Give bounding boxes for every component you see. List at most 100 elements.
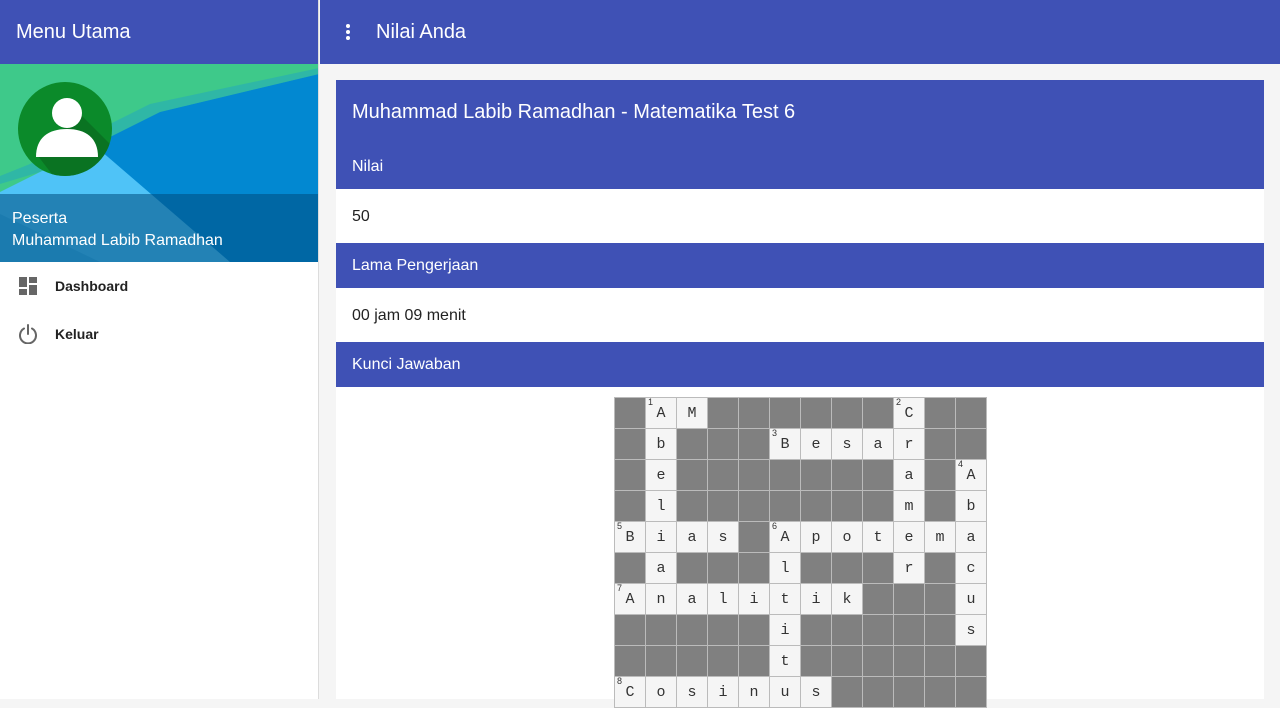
crossword-block	[800, 459, 832, 491]
crossword-cell: l	[769, 552, 801, 584]
crossword-letter: t	[780, 652, 790, 670]
crossword-row: is	[614, 614, 987, 646]
crossword-cell: 3B	[769, 428, 801, 460]
crossword-block	[862, 583, 894, 615]
crossword-letter: k	[842, 590, 852, 608]
crossword-letter: o	[842, 528, 852, 546]
crossword-letter: c	[966, 559, 976, 577]
result-card: Muhammad Labib Ramadhan - Matematika Tes…	[336, 80, 1264, 708]
crossword-row: 1A M 2C	[614, 397, 987, 429]
crossword-block	[800, 614, 832, 646]
crossword-letter: A	[966, 466, 976, 484]
crossword-letter: s	[966, 621, 976, 639]
crossword-cell: i	[800, 583, 832, 615]
crossword-block	[862, 552, 894, 584]
crossword-cell: 5B	[614, 521, 646, 553]
crossword-block	[738, 397, 770, 429]
crossword-letter: e	[904, 528, 914, 546]
sidebar-item-dashboard[interactable]: Dashboard	[0, 262, 318, 310]
crossword-block	[862, 614, 894, 646]
crossword-row: 7Analitiku	[614, 583, 987, 615]
crossword-block	[738, 490, 770, 522]
user-icon	[36, 98, 112, 176]
crossword-number: 8	[617, 676, 623, 686]
crossword-letter: m	[935, 528, 945, 546]
crossword-letter: p	[811, 528, 821, 546]
crossword-cell: n	[738, 676, 770, 708]
crossword-cell: M	[676, 397, 708, 429]
crossword-letter: u	[966, 590, 976, 608]
profile-info: Peserta Muhammad Labib Ramadhan	[0, 194, 318, 262]
result-title: Muhammad Labib Ramadhan - Matematika Tes…	[336, 80, 1264, 144]
crossword-cell: e	[645, 459, 677, 491]
crossword-number: 7	[617, 583, 623, 593]
crossword-letter: B	[625, 528, 635, 546]
crossword-letter: e	[811, 435, 821, 453]
power-icon	[18, 324, 38, 344]
crossword-block	[614, 428, 646, 460]
crossword-block	[924, 397, 956, 429]
crossword-block	[893, 583, 925, 615]
crossword-number: 2	[896, 397, 902, 407]
crossword-cell: 4A	[955, 459, 987, 491]
crossword-block	[800, 645, 832, 677]
crossword-number: 3	[772, 428, 778, 438]
crossword-letter: t	[873, 528, 883, 546]
crossword-cell: m	[924, 521, 956, 553]
crossword-letter: l	[718, 590, 728, 608]
crossword-cell: 6A	[769, 521, 801, 553]
crossword-block	[614, 552, 646, 584]
crossword-letter: n	[749, 683, 759, 701]
crossword-letter: e	[656, 466, 666, 484]
crossword-letter: a	[687, 528, 697, 546]
profile-name: Muhammad Labib Ramadhan	[12, 232, 223, 249]
crossword-block	[707, 490, 739, 522]
crossword-block	[676, 614, 708, 646]
crossword-block	[893, 645, 925, 677]
crossword-block	[800, 397, 832, 429]
crossword-cell: t	[862, 521, 894, 553]
crossword-block	[862, 459, 894, 491]
crossword-letter: i	[780, 621, 790, 639]
lama-header: Lama Pengerjaan	[336, 243, 1264, 288]
crossword-row: 8Cosinus	[614, 676, 987, 708]
lama-value: 00 jam 09 menit	[352, 307, 466, 324]
crossword-cell: 8C	[614, 676, 646, 708]
crossword-cell: a	[955, 521, 987, 553]
crossword-cell: s	[955, 614, 987, 646]
crossword-letter: l	[780, 559, 790, 577]
crossword-letter: r	[904, 435, 914, 453]
crossword-cell: t	[769, 583, 801, 615]
crossword-number: 6	[772, 521, 778, 531]
crossword-block	[614, 397, 646, 429]
crossword-number: 4	[958, 459, 964, 469]
crossword-letter: A	[780, 528, 790, 546]
crossword-cell: i	[738, 583, 770, 615]
sidebar-item-keluar[interactable]: Keluar	[0, 310, 318, 358]
crossword-block	[738, 521, 770, 553]
crossword-block	[676, 645, 708, 677]
crossword-cell: a	[862, 428, 894, 460]
more-vert-icon[interactable]	[320, 23, 376, 41]
crossword-cell: m	[893, 490, 925, 522]
crossword-cell: n	[645, 583, 677, 615]
crossword-letter: s	[842, 435, 852, 453]
crossword-block	[738, 614, 770, 646]
crossword-block	[769, 397, 801, 429]
crossword-cell: i	[707, 676, 739, 708]
crossword-letter: a	[873, 435, 883, 453]
crossword-block	[831, 614, 863, 646]
crossword-cell: e	[893, 521, 925, 553]
crossword-cell: 1A	[645, 397, 677, 429]
sidebar-item-label: Dashboard	[55, 278, 129, 294]
crossword-block	[862, 645, 894, 677]
crossword-block	[924, 459, 956, 491]
crossword-block	[707, 397, 739, 429]
crossword-block	[738, 645, 770, 677]
crossword-block	[924, 428, 956, 460]
crossword-row: lmb	[614, 490, 987, 522]
crossword-block	[924, 552, 956, 584]
crossword-letter: i	[656, 528, 666, 546]
profile-banner: Peserta Muhammad Labib Ramadhan	[0, 64, 318, 262]
crossword-letter: s	[811, 683, 821, 701]
